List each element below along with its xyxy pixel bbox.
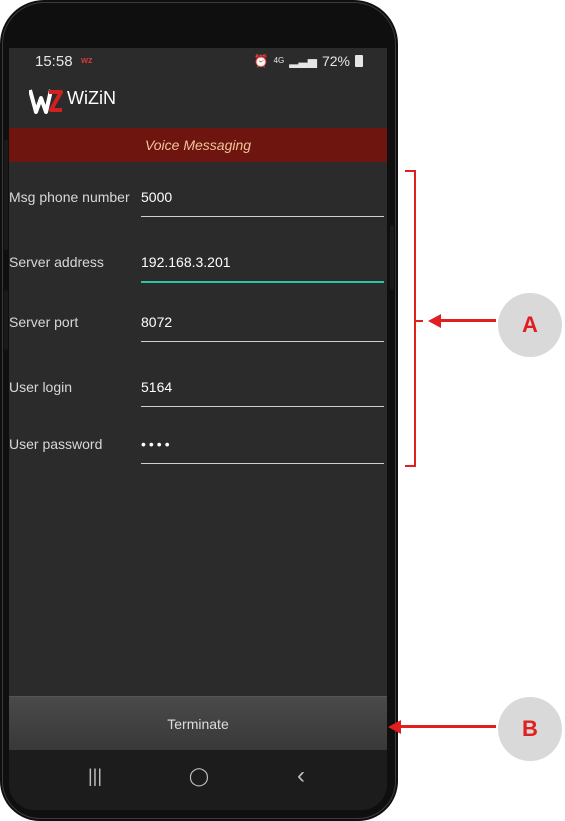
server-port-label: Server port [9,314,79,330]
user-login-field[interactable]: 5164 [141,379,172,395]
callout-a: A [498,293,562,357]
phone-frame: 15:58 wz ⏰ 4G ▂▃▅ 72% WiZiN Voice Messag… [0,0,398,821]
app-notification-icon: wz [81,55,93,65]
recents-button[interactable]: ||| [75,766,115,787]
arrow-b-line [400,725,496,728]
server-port-row: Server port 8072 [9,306,387,346]
phone-side-button-left [4,140,8,250]
user-password-underline [141,463,384,464]
server-port-field[interactable]: 8072 [141,314,172,330]
settings-bracket [405,170,416,467]
status-icons: ⏰ 4G ▂▃▅ 72% [254,53,363,69]
app-name: WiZiN [67,88,116,108]
server-address-field[interactable]: 192.168.3.201 [141,254,231,270]
section-header: Voice Messaging [9,128,387,162]
user-password-label: User password [9,436,103,452]
battery-percent: 72% [321,53,350,69]
phone-side-button-right [390,225,394,290]
status-time: 15:58 [35,53,73,70]
phone-side-button-left-lower [4,290,8,350]
server-address-underline [141,281,384,283]
msg-phone-number-underline [141,216,384,217]
app-bar: WiZiN [9,76,387,128]
wizin-logo [29,89,63,114]
user-password-row: User password •••• [9,428,387,468]
back-button[interactable]: ‹ [281,762,321,790]
terminate-button[interactable]: Terminate [9,696,387,751]
user-login-label: User login [9,379,73,395]
signal-icon: ▂▃▅ [289,54,317,68]
user-login-row: User login 5164 [9,371,387,411]
screen: 15:58 wz ⏰ 4G ▂▃▅ 72% WiZiN Voice Messag… [9,48,387,810]
alarm-icon: ⏰ [253,54,269,68]
network-type-icon: 4G [273,56,285,65]
system-nav-bar: ||| ◯ ‹ [9,750,387,810]
msg-phone-number-row: Msg phone number 5000 [9,181,387,221]
arrow-b-head [388,720,401,734]
status-bar: 15:58 wz ⏰ 4G ▂▃▅ 72% [9,48,387,76]
battery-icon [355,55,363,67]
user-login-underline [141,406,384,407]
server-address-label: Server address [9,254,104,270]
msg-phone-number-field[interactable]: 5000 [141,189,172,205]
callout-b: B [498,697,562,761]
arrow-a-head [428,314,441,328]
user-password-field[interactable]: •••• [141,436,173,452]
server-address-row: Server address 192.168.3.201 [9,246,387,286]
msg-phone-number-label: Msg phone number [9,189,130,205]
home-button[interactable]: ◯ [179,766,219,787]
bracket-tick [415,320,423,322]
arrow-a-line [440,319,496,322]
server-port-underline [141,341,384,342]
